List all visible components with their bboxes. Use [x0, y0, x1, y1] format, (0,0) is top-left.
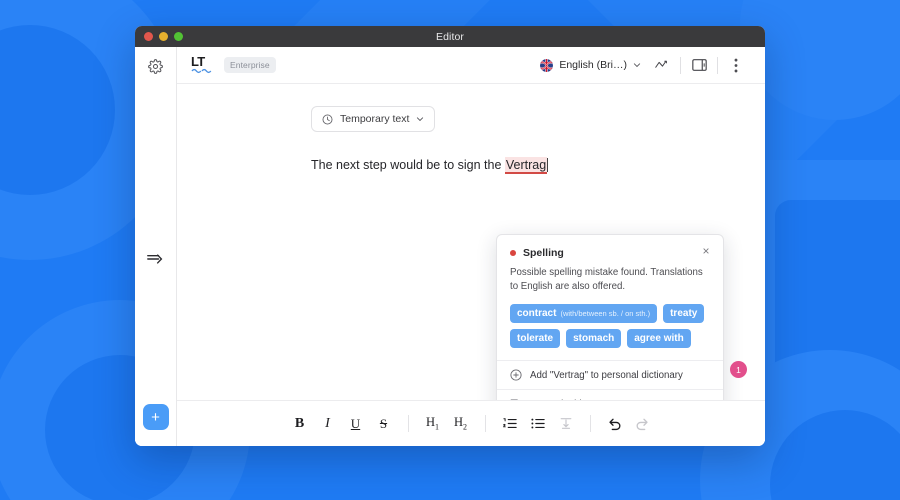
ordered-list-icon [502, 418, 517, 429]
suggestion-word: tolerate [517, 333, 554, 345]
add-document-button[interactable]: + [142, 404, 169, 430]
toolbar-divider [407, 415, 409, 432]
formatting-toolbar: B I U S H1 H2 1 [177, 361, 765, 446]
suggestion-word: treaty [670, 308, 698, 320]
popup-header: Spelling × [497, 235, 723, 259]
italic-label: I [325, 415, 330, 431]
heading-2-button[interactable]: H2 [447, 410, 475, 438]
suggestion-word: agree with [634, 333, 684, 345]
add-to-dictionary-action[interactable]: Add "Vertrag" to personal dictionary [497, 360, 723, 389]
strikethrough-label: S [379, 415, 388, 431]
suggestion-word: contract [517, 308, 557, 320]
chevron-down-icon [633, 63, 641, 68]
uk-flag-icon [540, 58, 554, 72]
window-title: Editor [435, 30, 465, 43]
left-sidebar: + [135, 47, 177, 446]
suggestion-list: contract (with/between sb. / on sth.) tr… [497, 294, 723, 360]
document-type-label: Temporary text [340, 113, 410, 125]
suggestion-hint: (with/between sb. / on sth.) [560, 309, 651, 319]
side-panel-icon[interactable] [684, 52, 714, 78]
underline-button[interactable]: U [342, 410, 370, 438]
minimize-window-button[interactable] [159, 32, 168, 41]
toolbar-right-group: English (Bri…) [534, 52, 751, 78]
ignore-in-text-action[interactable]: Ignore in this text [497, 389, 723, 400]
language-label: English (Bri…) [559, 59, 627, 71]
spelling-suggestion-popup: Spelling × Possible spelling mistake fou… [496, 234, 724, 400]
window-titlebar: Editor [135, 26, 765, 47]
undo-button[interactable] [601, 410, 629, 438]
bullet-list-button[interactable] [524, 410, 552, 438]
underline-label: U [350, 415, 361, 431]
popup-description: Possible spelling mistake found. Transla… [510, 267, 703, 293]
suggestion-chip[interactable]: treaty [663, 304, 705, 324]
ordered-list-button[interactable] [496, 410, 524, 438]
bold-label: B [294, 415, 305, 431]
suggestion-chip[interactable]: stomach [566, 329, 622, 349]
bullet-list-icon [530, 418, 545, 429]
clear-formatting-button [552, 410, 580, 438]
spelling-error-word[interactable]: Vertrag [504, 157, 548, 174]
toolbar-divider [717, 56, 718, 74]
editor-canvas[interactable]: Temporary text The next step would be to… [177, 84, 765, 400]
heading-2-label: H2 [453, 415, 468, 432]
close-icon[interactable]: × [699, 244, 713, 258]
suggestion-chip[interactable]: tolerate [510, 329, 561, 349]
redo-icon [636, 418, 648, 430]
languagetool-logo-icon: LT [191, 54, 215, 76]
toolbar-divider [680, 56, 681, 74]
app-toolbar: LT Enterprise English (Bri…) [177, 47, 765, 84]
chevron-down-icon [417, 117, 424, 122]
strikethrough-button[interactable]: S [370, 410, 398, 438]
document-text[interactable]: The next step would be to sign the Vertr… [311, 156, 765, 175]
desktop-background: Editor + LT Enterprise English (Bri…) Te… [0, 0, 900, 500]
clock-icon [322, 114, 333, 124]
close-window-button[interactable] [144, 32, 153, 41]
italic-button[interactable]: I [314, 410, 342, 438]
plan-badge: Enterprise [224, 57, 276, 73]
text-segment: The next step would be to sign the [311, 158, 505, 172]
bold-button[interactable]: B [286, 410, 314, 438]
toolbar-divider [484, 415, 486, 432]
statistics-icon[interactable] [647, 52, 677, 78]
text-caret [547, 158, 549, 172]
more-vertical-icon[interactable] [721, 52, 751, 78]
traffic-lights [144, 32, 183, 41]
action-label: Add "Vertrag" to personal dictionary [530, 369, 683, 381]
maximize-window-button[interactable] [174, 32, 183, 41]
language-selector[interactable]: English (Bri…) [534, 55, 647, 76]
heading-1-button[interactable]: H1 [419, 410, 447, 438]
issue-count-badge[interactable]: 1 [730, 361, 747, 378]
heading-1-label: H1 [425, 415, 440, 432]
app-window: Editor + LT Enterprise English (Bri…) Te… [135, 26, 765, 446]
error-type-dot-icon [510, 250, 516, 256]
redo-button [629, 410, 657, 438]
gear-icon[interactable] [148, 59, 163, 79]
main-area: LT Enterprise English (Bri…) Temporary t… [177, 47, 765, 446]
undo-icon [609, 418, 621, 430]
toolbar-divider [589, 415, 591, 432]
brand-area: LT Enterprise [191, 54, 276, 76]
clear-formatting-icon [560, 418, 571, 429]
popup-category-label: Spelling [523, 247, 564, 259]
suggestion-word: stomach [573, 333, 615, 345]
window-body: + LT Enterprise English (Bri…) Temporary… [135, 47, 765, 446]
document-type-selector[interactable]: Temporary text [311, 106, 436, 132]
arrow-right-lines-icon[interactable] [146, 252, 165, 271]
popup-title-row: Spelling [510, 247, 710, 259]
suggestion-chip[interactable]: contract (with/between sb. / on sth.) [510, 304, 658, 324]
plus-circle-icon [510, 369, 522, 381]
suggestion-chip[interactable]: agree with [627, 329, 691, 349]
